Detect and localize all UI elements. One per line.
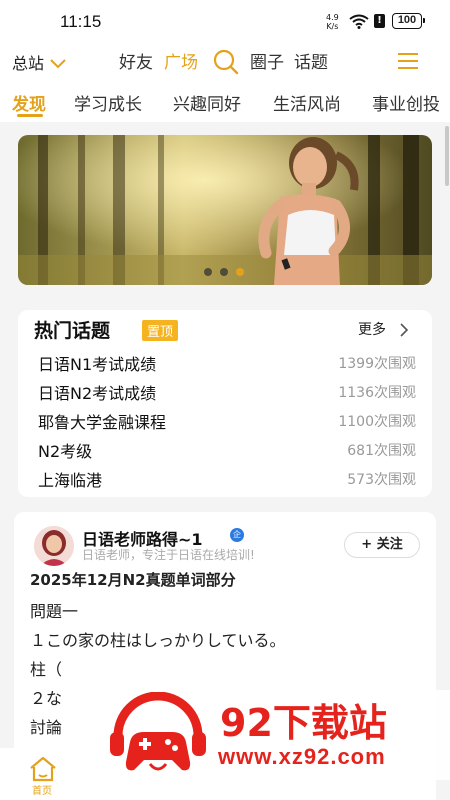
nav-circles[interactable]: 圈子 [250, 48, 284, 73]
watermark: 92下载站 www.xz92.com [100, 690, 450, 780]
carousel-dot[interactable] [220, 268, 228, 276]
topic-item[interactable]: 耶鲁大学金融课程 1100次围观 [38, 409, 416, 433]
author-bio: 日语老师，专注于日语在线培训! [82, 548, 255, 562]
post-title[interactable]: 2025年12月N2真题单词部分 [30, 569, 236, 590]
watermark-title: 92下载站 [220, 701, 387, 745]
nav-square[interactable]: 广场 [164, 48, 198, 73]
search-icon[interactable] [212, 48, 240, 80]
hot-topics-title: 热门话题 [34, 320, 111, 342]
post-text-line: 問題一 [30, 602, 79, 621]
tab-lifestyle[interactable]: 生活风尚 [273, 90, 341, 115]
topic-views: 573次围观 [347, 472, 416, 488]
verified-badge: 企 [230, 528, 244, 542]
carousel-dots [204, 261, 252, 280]
follow-button[interactable]: + 关注 [344, 532, 420, 558]
topic-views: 681次围观 [347, 443, 416, 459]
category-tabs: 发现 学习成长 兴趣同好 生活风尚 事业创投 [0, 80, 450, 122]
menu-icon[interactable] [397, 52, 419, 74]
carousel-dot[interactable] [204, 268, 212, 276]
hot-topics-card: 热门话题 置顶 更多 日语N1考试成绩 1399次围观 日语N2考试成绩 113… [18, 310, 432, 497]
tab-learning[interactable]: 学习成长 [74, 90, 142, 115]
topic-views: 1100次围观 [338, 414, 416, 430]
topic-views: 1136次围观 [338, 385, 416, 401]
topic-name: 上海临港 [38, 471, 103, 490]
topic-name: N2考级 [38, 442, 93, 461]
status-bar: 11:15 4.9 K/s ! 100 [0, 0, 450, 44]
topic-views: 1399次围观 [338, 356, 416, 372]
wifi-icon [349, 14, 369, 33]
network-speed: 4.9 K/s [326, 13, 339, 31]
post-text-line: 討論 [30, 718, 63, 737]
nav-topics[interactable]: 话题 [294, 48, 328, 73]
battery-icon: 100 [392, 13, 425, 29]
home-tab-label[interactable]: 首页 [32, 782, 52, 797]
topic-name: 日语N2考试成绩 [38, 384, 157, 403]
topic-item[interactable]: 日语N2考试成绩 1136次围观 [38, 380, 416, 404]
banner-carousel[interactable] [18, 135, 432, 285]
topic-item[interactable]: 日语N1考试成绩 1399次围观 [38, 351, 416, 375]
network-speed-unit: K/s [326, 22, 339, 31]
scrollbar[interactable] [445, 126, 449, 186]
gamepad-logo-icon [108, 691, 208, 782]
chevron-right-icon[interactable] [400, 322, 409, 341]
tab-active-indicator [17, 114, 43, 117]
network-speed-value: 4.9 [326, 13, 339, 22]
sim-alert-icon: ! [374, 14, 385, 28]
tab-business[interactable]: 事业创投 [372, 90, 440, 115]
bottom-nav: 首页 [0, 748, 90, 800]
topic-name: 耶鲁大学金融课程 [38, 413, 167, 432]
pinned-badge: 置顶 [142, 320, 179, 341]
watermark-url: www.xz92.com [218, 744, 386, 769]
tab-interests[interactable]: 兴趣同好 [173, 90, 241, 115]
nav-friends[interactable]: 好友 [119, 48, 153, 73]
more-link[interactable]: 更多 [358, 319, 386, 339]
topic-name: 日语N1考试成绩 [38, 355, 157, 374]
topic-item[interactable]: 上海临港 573次围观 [38, 467, 416, 491]
top-bar: 总站 好友 广场 圈子 话题 [0, 44, 450, 80]
carousel-dot-active[interactable] [236, 268, 244, 276]
post-text-line: 柱（ [30, 660, 63, 679]
tab-discover[interactable]: 发现 [12, 90, 46, 115]
status-time: 11:15 [60, 12, 102, 31]
topic-item[interactable]: N2考级 681次围观 [38, 438, 416, 462]
chevron-down-icon[interactable] [50, 54, 66, 73]
site-selector[interactable]: 总站 [12, 50, 44, 74]
post-text-line: ２な [30, 689, 63, 708]
avatar[interactable] [34, 526, 74, 566]
post-text-line: １この家の柱はしっかりしている。 [30, 631, 286, 650]
